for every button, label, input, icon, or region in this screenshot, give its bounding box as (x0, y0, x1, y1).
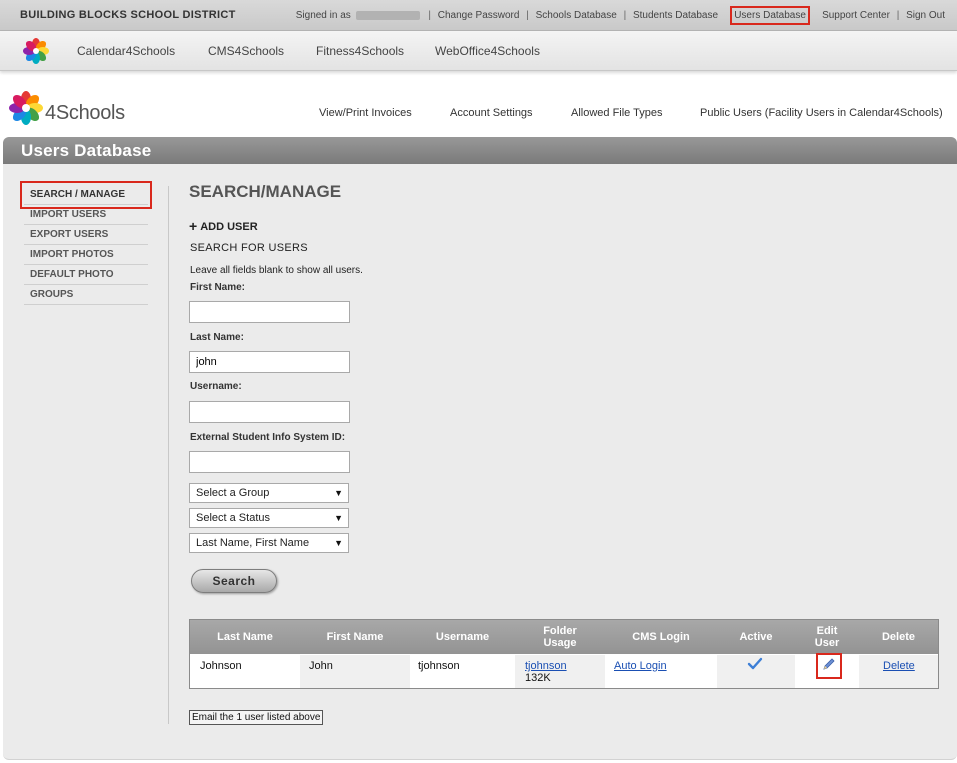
username-input[interactable] (189, 401, 350, 423)
username-label: Username: (190, 381, 242, 392)
triangle-down-icon: ▼ (334, 513, 343, 523)
plus-icon: + (189, 218, 198, 234)
col-cms-login: CMS Login (632, 631, 690, 643)
external-id-input[interactable] (189, 451, 350, 473)
first-name-input[interactable] (189, 301, 350, 323)
col-edit-user: Edit User (814, 625, 840, 649)
product-calendar4schools[interactable]: Calendar4Schools (77, 44, 175, 58)
table-header: Last Name First Name Username Folder Usa… (190, 620, 938, 654)
add-user-label: ADD USER (200, 221, 258, 233)
district-bar: BUILDING BLOCKS SCHOOL DISTRICT Signed i… (0, 0, 957, 31)
group-select-value: Select a Group (196, 487, 270, 499)
delete-link[interactable]: Delete (883, 660, 915, 672)
col-folder-usage[interactable]: Folder Usage (515, 620, 605, 654)
support-center-link[interactable]: Support Center (822, 10, 890, 21)
triangle-down-icon: ▼ (334, 538, 343, 548)
users-database-link[interactable]: Users Database (730, 6, 810, 25)
sidebar-item-export-users[interactable]: EXPORT USERS (24, 225, 148, 245)
sidebar-item-import-users[interactable]: IMPORT USERS (24, 205, 148, 225)
results-table: Last Name First Name Username Folder Usa… (189, 619, 939, 689)
cell-delete: Delete (859, 655, 938, 688)
section-title: Users Database (21, 141, 152, 160)
folder-link[interactable]: tjohnson (525, 660, 567, 672)
sort-select[interactable]: Last Name, First Name ▼ (189, 533, 349, 553)
triangle-down-icon: ▼ (334, 488, 343, 498)
district-name: BUILDING BLOCKS SCHOOL DISTRICT (20, 9, 236, 21)
students-database-link[interactable]: Students Database (633, 10, 718, 21)
products-bar: Calendar4Schools CMS4Schools Fitness4Sch… (0, 31, 957, 71)
cell-last-name: Johnson (200, 660, 242, 672)
cell-username: tjohnson (418, 660, 460, 672)
add-user-button[interactable]: + ADD USER (189, 218, 258, 234)
checkmark-icon (747, 657, 763, 674)
brand-logo-icon (8, 90, 44, 129)
col-active: Active (739, 631, 773, 643)
col-delete: Delete (881, 631, 916, 643)
page-title: SEARCH/MANAGE (189, 182, 342, 201)
product-cms4schools[interactable]: CMS4Schools (208, 44, 284, 58)
change-password-link[interactable]: Change Password (438, 10, 520, 21)
section-header: Users Database (3, 137, 957, 164)
cell-folder-usage: tjohnson 132K (515, 655, 605, 688)
nav-view-print-invoices[interactable]: View/Print Invoices (319, 107, 412, 119)
redacted-username (355, 10, 420, 20)
sidebar-item-search-manage[interactable]: SEARCH / MANAGE (20, 181, 152, 209)
folder-size: 132K (525, 672, 551, 684)
col-first-name[interactable]: First Name (300, 620, 410, 654)
sort-select-value: Last Name, First Name (196, 537, 310, 549)
col-username[interactable]: Username (410, 620, 515, 654)
schools-database-link[interactable]: Schools Database (536, 10, 617, 21)
sidebar-item-import-photos[interactable]: IMPORT PHOTOS (24, 245, 148, 265)
sidebar-divider (168, 186, 169, 724)
sidebar: SEARCH / MANAGE IMPORT USERS EXPORT USER… (20, 181, 152, 305)
first-name-label: First Name: (190, 282, 246, 293)
external-id-label: External Student Info System ID: (190, 432, 346, 443)
product-fitness4schools[interactable]: Fitness4Schools (316, 44, 404, 58)
sidebar-item-default-photo[interactable]: DEFAULT PHOTO (24, 265, 148, 285)
cell-active (717, 655, 795, 688)
group-select[interactable]: Select a Group ▼ (189, 483, 349, 503)
pencil-icon[interactable] (816, 653, 842, 679)
cell-edit-user (795, 653, 859, 688)
account-links: Signed in as | Change Password | Schools… (295, 6, 945, 25)
flower-logo-icon[interactable] (22, 37, 50, 68)
cell-cms-login: Auto Login (605, 655, 717, 688)
col-last-name[interactable]: Last Name (190, 620, 300, 654)
search-heading: SEARCH FOR USERS (190, 242, 308, 254)
nav-public-users[interactable]: Public Users (Facility Users in Calendar… (700, 107, 943, 119)
signed-in-label: Signed in as (295, 10, 351, 21)
product-weboffice4schools[interactable]: WebOffice4Schools (435, 44, 540, 58)
search-hint: Leave all fields blank to show all users… (190, 265, 363, 276)
nav-allowed-file-types[interactable]: Allowed File Types (571, 107, 663, 119)
nav-account-settings[interactable]: Account Settings (450, 107, 533, 119)
status-select-value: Select a Status (196, 512, 270, 524)
search-button[interactable]: Search (191, 569, 277, 593)
email-users-button[interactable]: Email the 1 user listed above (189, 710, 324, 725)
auto-login-link[interactable]: Auto Login (614, 660, 667, 672)
sign-out-link[interactable]: Sign Out (906, 10, 945, 21)
status-select[interactable]: Select a Status ▼ (189, 508, 349, 528)
last-name-input[interactable] (189, 351, 350, 373)
brand-name: 4Schools (45, 102, 125, 124)
sidebar-item-groups[interactable]: GROUPS (24, 285, 148, 305)
cell-first-name: John (300, 655, 410, 688)
last-name-label: Last Name: (190, 332, 244, 343)
